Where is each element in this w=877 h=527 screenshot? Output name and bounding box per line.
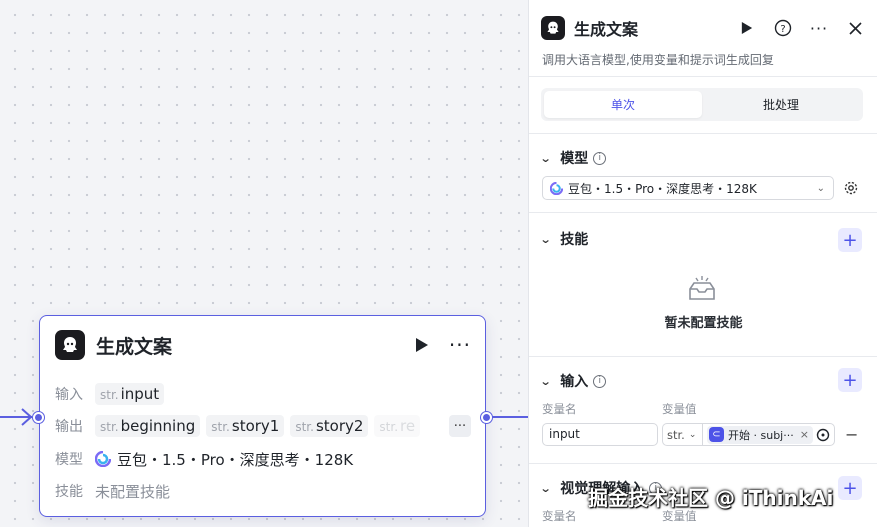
input-var-name-field[interactable]: input [542,423,658,446]
output-var-chip: str. beginning [95,415,201,437]
node-skills-value: 未配置技能 [95,482,171,501]
chevron-down-icon: ⌄ [816,182,825,194]
model-select-value: 豆包・1.5・Pro・深度思考・128K [568,181,757,196]
doubao-model-icon [550,181,563,195]
divider [529,463,877,464]
input-row-label: 输入 [55,387,83,403]
variable-reference-chip: ⊂ 开始 · subj··· × [707,425,813,444]
input-section-title: 输入 [560,374,589,390]
output-var-chip: str. story2 [290,415,369,437]
chevron-down-icon: ⌄ [688,429,697,440]
model-section-title: 模型 [560,151,589,167]
skills-empty-text: 暂未配置技能 [664,316,743,331]
add-input-button[interactable]: + [838,368,862,392]
start-node-icon: ⊂ [709,427,724,442]
remove-reference-icon[interactable]: × [800,428,809,441]
model-row-label: 模型 [55,452,83,468]
info-icon[interactable]: i [593,374,607,388]
node-model-name: 豆包・1.5・Pro・深度思考・128K [117,450,354,469]
node-more-icon[interactable]: ··· [449,335,471,355]
panel-header: 生成文案 ? ··· [541,16,865,40]
node-output-row: 输出 str. beginning str. story1 str. story2 s… [55,414,471,438]
node-title: 生成文案 [96,335,173,358]
tab-single[interactable]: 单次 [544,91,702,118]
help-icon[interactable]: ? [773,18,793,38]
output-var-chip: str. re [374,415,421,437]
add-skill-button[interactable]: + [838,228,862,252]
divider [529,133,877,134]
run-mode-tabs: 单次 批处理 [541,88,863,121]
run-node-icon[interactable] [413,336,431,354]
divider [529,356,877,357]
llm-node-card[interactable]: 生成文案 ··· 输入 str. input 输出 str. beginning s… [33,315,492,517]
input-var-type-select[interactable]: str. ⌄ [662,423,702,446]
node-header: 生成文案 ··· [55,330,471,360]
run-node-icon[interactable] [737,18,757,38]
outgoing-edge [488,416,528,418]
panel-more-icon[interactable]: ··· [809,18,829,38]
empty-box-icon [689,276,715,300]
divider [529,212,877,213]
skill-row-label: 技能 [55,484,83,500]
node-config-panel: 生成文案 ? ··· 调用大语言模型,使用变量和提示词生成回复 单次 批处理 ⌄… [528,0,877,527]
svg-text:?: ? [780,24,785,35]
chevron-down-icon: ⌄ [539,232,552,246]
node-skill-row: 技能 未配置技能 [55,479,471,503]
skills-section-title: 技能 [560,232,589,248]
llm-node-logo-icon [55,330,85,360]
node-model-row: 模型 豆包・1.5・Pro・深度思考・128K [55,447,471,471]
chevron-down-icon: ⌄ [539,374,552,388]
var-value-column-label: 变量值 [662,402,697,416]
chevron-down-icon: ⌄ [539,481,552,495]
output-row-label: 输出 [55,419,83,435]
chevron-down-icon: ⌄ [539,151,552,165]
input-var-chip: str. input [95,383,165,405]
skills-section-header[interactable]: ⌄ 技能 [539,229,589,249]
panel-description: 调用大语言模型,使用变量和提示词生成回复 [542,53,774,67]
input-var-value-field[interactable]: ⊂ 开始 · subj··· × [702,423,835,446]
info-icon[interactable]: i [593,151,607,165]
node-input-row: 输入 str. input [55,382,471,406]
llm-node-logo-icon [541,16,565,40]
remove-input-button[interactable]: − [845,425,858,444]
model-section-header[interactable]: ⌄ 模型 i [539,148,607,168]
add-vision-input-button[interactable]: + [838,476,862,500]
doubao-model-icon [95,451,111,467]
var-name-column-label: 变量名 [542,509,577,523]
node-output-port[interactable] [481,412,492,423]
more-outputs-button[interactable]: ··· [449,415,471,437]
target-icon[interactable] [816,428,830,442]
gear-icon[interactable] [842,179,860,197]
tab-batch[interactable]: 批处理 [702,91,860,118]
divider [529,76,877,77]
panel-title: 生成文案 [574,20,639,39]
output-var-chip: str. story1 [206,415,285,437]
input-section-header[interactable]: ⌄ 输入 i [539,371,607,391]
close-icon[interactable] [845,18,865,38]
model-select[interactable]: 豆包・1.5・Pro・深度思考・128K ⌄ [542,176,834,200]
var-name-column-label: 变量名 [542,402,577,416]
node-input-port[interactable] [33,412,44,423]
watermark-text: 掘金技术社区 @ iThinkAi [588,486,834,510]
